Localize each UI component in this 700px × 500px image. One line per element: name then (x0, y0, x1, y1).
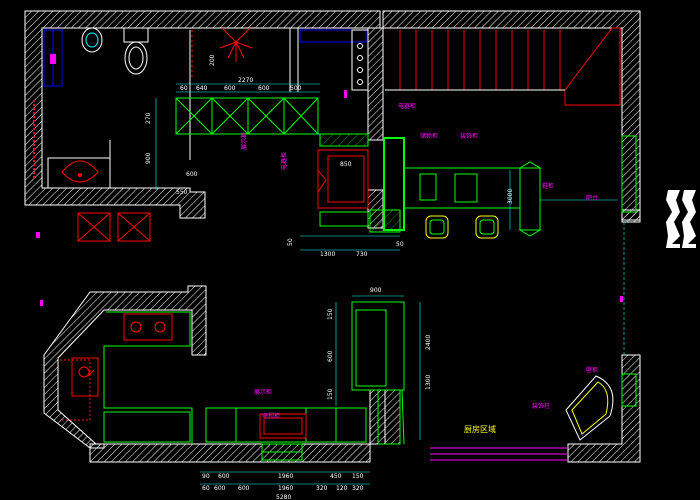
dim-bot2-4: 320 (316, 485, 328, 492)
dim-left-0: 270 (145, 112, 152, 124)
dimension-text: 60 640 600 600 500 2270 270 900 600 1300… (145, 54, 514, 500)
dim-cab-left-1: 600 (327, 350, 334, 362)
dim-misc-1: 550 (176, 189, 188, 196)
sink (47, 157, 111, 189)
wall-bath-right (367, 27, 384, 141)
label-tag-f: 电视柜 (262, 412, 280, 420)
decorative-columns (666, 190, 696, 248)
dim-bot2-2: 600 (238, 485, 250, 492)
dim-misc-2: 50 (287, 238, 294, 246)
annotations: 电器柜 储物柜 装饰柜 鞋柜 吧台 电视柜 展示柜 装饰柱 壁柜 厨房区域 展示… (240, 102, 598, 434)
label-tag-i: 壁柜 (586, 366, 598, 374)
dim-mid-2: 50 (396, 241, 404, 248)
kitchen (60, 311, 367, 461)
dim-bot-total: 5280 (276, 494, 291, 500)
glass-door (430, 447, 568, 461)
dim-upper-1: 3000 (507, 189, 514, 204)
dim-top-3: 600 (258, 85, 270, 92)
label-tag-d: 鞋柜 (542, 182, 554, 190)
dim-left-1: 900 (145, 152, 152, 164)
dim-left-2: 600 (186, 171, 198, 178)
dim-upper-0: 850 (340, 161, 352, 168)
label-tag-g: 展示柜 (254, 388, 272, 396)
label-tag-c: 装饰柜 (460, 132, 478, 140)
dim-cab-left-2: 150 (327, 388, 334, 400)
wall-kitchen-top (43, 285, 207, 449)
staircase (385, 27, 621, 106)
wall-kitchen-bottom (89, 443, 371, 463)
upper-cabinets (175, 97, 368, 135)
label-tag-b: 储物柜 (420, 132, 438, 140)
label-vert-2: 电器柜 (280, 152, 288, 170)
dim-mid-0: 1300 (320, 251, 335, 258)
dim-cab-top: 900 (370, 287, 382, 294)
dim-bot2-1: 600 (214, 485, 226, 492)
dim-top-2: 600 (224, 85, 236, 92)
kitchen-counter-outline (103, 311, 193, 444)
label-vert-1: 展示柜 (240, 132, 248, 150)
label-tag-h: 装饰柱 (532, 402, 550, 410)
wall-right-lower (567, 354, 641, 463)
floor-plan: 60 640 600 600 500 2270 270 900 600 1300… (24, 10, 696, 500)
toilet-1 (81, 27, 103, 53)
dim-bot1-4: 150 (352, 473, 364, 480)
dim-cab-left-0: 150 (327, 308, 334, 320)
dim-top-0: 60 (180, 85, 188, 92)
stools (425, 215, 499, 239)
entry-cabinet (317, 133, 369, 227)
dim-top-5: 2270 (238, 77, 253, 84)
label-tag-a: 电器柜 (398, 102, 416, 110)
dim-cab-right-1: 1300 (425, 375, 432, 390)
dim-bot2-5: 120 (336, 485, 348, 492)
label-kitchen: 厨房区域 (464, 424, 496, 434)
label-tag-e: 吧台 (586, 194, 598, 202)
dim-bot2-3: 1960 (278, 485, 293, 492)
dim-mid-1: 730 (356, 251, 368, 258)
toilet-2 (123, 27, 149, 75)
dim-bot1-1: 600 (218, 473, 230, 480)
dim-misc-0: 200 (209, 54, 216, 66)
dim-top-1: 640 (196, 85, 208, 92)
dim-bot1-0: 90 (202, 473, 210, 480)
dim-bot1-3: 450 (330, 473, 342, 480)
shower-head (219, 27, 253, 62)
dim-cab-right-0: 2400 (425, 335, 432, 350)
dim-bot2-6: 320 (352, 485, 364, 492)
dim-bot1-2: 1960 (278, 473, 293, 480)
wall-door-jamb (384, 389, 401, 445)
dim-top-4: 500 (290, 85, 302, 92)
bar-counter (369, 137, 542, 237)
dim-bot2-0: 60 (202, 485, 210, 492)
bay-seat (565, 375, 614, 441)
